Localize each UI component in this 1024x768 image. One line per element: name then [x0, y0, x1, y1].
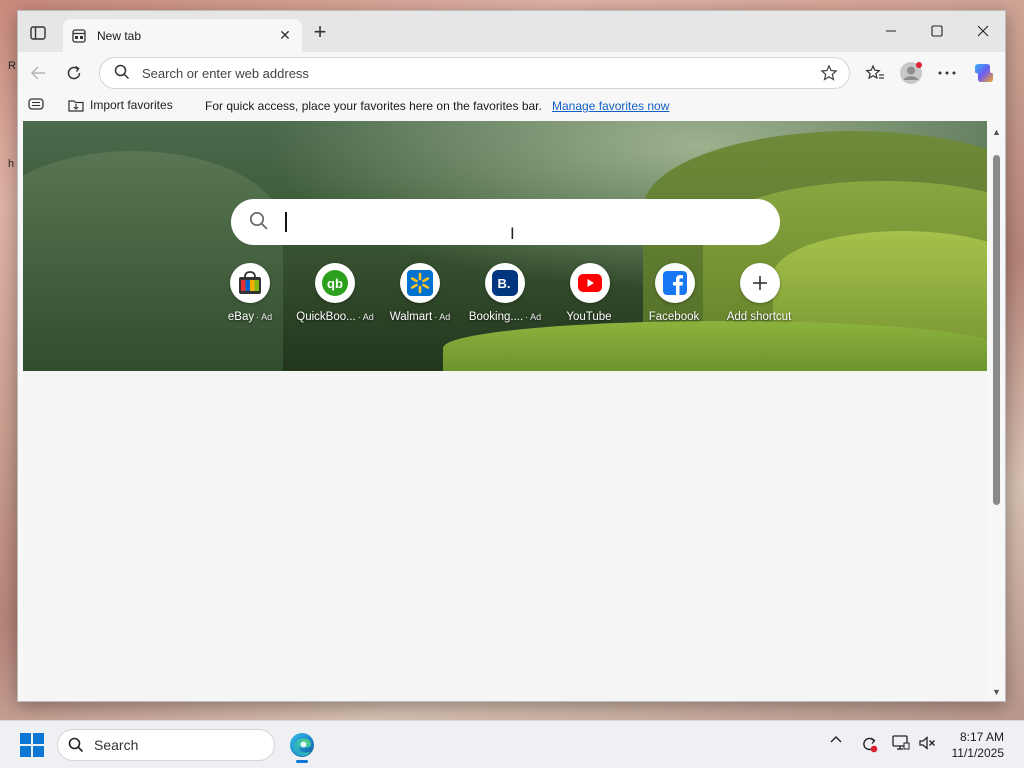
new-tab-button[interactable]: +: [309, 19, 331, 44]
tab-new-tab[interactable]: New tab ✕: [63, 19, 302, 52]
shortcut-booking[interactable]: B. Booking.... · Ad: [459, 263, 551, 323]
shortcut-walmart[interactable]: Walmart · Ad: [374, 263, 466, 323]
clock-time: 8:17 AM: [959, 730, 1004, 744]
page-scrollbar[interactable]: ▲ ▼: [988, 121, 1005, 701]
shortcut-ebay[interactable]: eBay · Ad: [204, 263, 296, 323]
sync-alert-icon[interactable]: [860, 735, 878, 753]
volume-muted-icon[interactable]: [918, 735, 936, 751]
svg-text:B.: B.: [498, 276, 511, 291]
svg-text:qb: qb: [327, 276, 343, 291]
refresh-button[interactable]: [62, 61, 86, 85]
shortcut-quickbooks[interactable]: qb QuickBoo... · Ad: [289, 263, 381, 323]
browser-window: New tab ✕ + Search or enter web address …: [17, 10, 1006, 702]
title-bar: New tab ✕ +: [18, 11, 1005, 52]
scrollbar-thumb[interactable]: [993, 155, 1000, 505]
shortcut-label: Walmart · Ad: [389, 311, 451, 323]
booking-icon: B.: [485, 263, 525, 303]
edge-taskbar-icon[interactable]: [286, 729, 318, 763]
collections-icon[interactable]: [28, 98, 44, 113]
facebook-icon: [655, 263, 695, 303]
add-shortcut-button[interactable]: Add shortcut: [714, 263, 806, 323]
search-icon: [114, 64, 130, 83]
taskbar-search[interactable]: Search: [57, 729, 275, 761]
favorites-hint-text: For quick access, place your favorites h…: [205, 99, 542, 113]
more-options-button[interactable]: [935, 61, 959, 85]
clock-date: 11/1/2025: [951, 746, 1005, 760]
active-app-indicator: [296, 760, 308, 763]
shortcut-youtube[interactable]: YouTube: [544, 263, 636, 323]
manage-favorites-link[interactable]: Manage favorites now: [552, 99, 669, 113]
mouse-cursor-ibeam-icon: I: [510, 224, 515, 243]
address-input[interactable]: [142, 65, 815, 81]
import-folder-icon: [68, 100, 84, 112]
search-icon: [68, 737, 84, 753]
profile-avatar[interactable]: [899, 61, 923, 85]
terrace-shape: [23, 151, 283, 371]
favorites-bar: Import favorites For quick access, place…: [18, 92, 1005, 120]
taskbar-search-label: Search: [94, 737, 139, 753]
close-window-button[interactable]: [960, 17, 1005, 45]
scroll-down-arrow-icon[interactable]: ▼: [992, 687, 1001, 697]
maximize-button[interactable]: [914, 17, 960, 45]
network-display-icon[interactable]: [892, 735, 910, 751]
ebay-icon: [230, 263, 270, 303]
background-image: I eBay · Ad qb QuickBoo... · Ad Walmart · A…: [23, 121, 987, 371]
new-tab-page-icon: [71, 28, 87, 44]
youtube-icon: [570, 263, 610, 303]
show-hidden-icons-chevron-icon[interactable]: [830, 735, 842, 743]
search-icon: [249, 211, 269, 234]
shortcut-label: Add shortcut: [726, 311, 792, 323]
desktop-label-fragment: R: [8, 60, 16, 72]
add-favorite-star-icon[interactable]: [815, 59, 843, 87]
terrace-shape: [443, 321, 987, 371]
tab-actions-icon[interactable]: [26, 23, 50, 43]
shortcut-label: YouTube: [566, 311, 612, 323]
shortcut-label: Booking.... · Ad: [468, 311, 542, 323]
system-clock[interactable]: 8:17 AM 11/1/2025: [952, 729, 1005, 761]
import-favorites-label: Import favorites: [90, 98, 173, 112]
address-bar[interactable]: [99, 57, 850, 89]
windows-logo-icon: [20, 733, 31, 744]
taskbar: Search 8:17 AM 11/1/2025: [0, 720, 1024, 768]
back-button[interactable]: [26, 61, 50, 85]
close-tab-icon[interactable]: ✕: [276, 27, 294, 45]
navigation-toolbar: [18, 52, 1005, 92]
favorites-button[interactable]: [863, 61, 887, 85]
shortcut-facebook[interactable]: Facebook: [629, 263, 721, 323]
shortcut-label: Facebook: [648, 311, 700, 323]
tab-title: New tab: [97, 28, 142, 43]
shortcut-label: QuickBoo... · Ad: [296, 311, 374, 323]
start-button[interactable]: [20, 733, 44, 757]
copilot-icon[interactable]: [972, 61, 996, 85]
plus-icon: [740, 263, 780, 303]
quickbooks-icon: qb: [315, 263, 355, 303]
desktop-label-fragment: h: [8, 158, 15, 170]
new-tab-page: I eBay · Ad qb QuickBoo... · Ad Walmart · A…: [23, 121, 987, 701]
minimize-button[interactable]: [868, 17, 914, 45]
feed-area: [23, 371, 987, 701]
page-search-box[interactable]: [231, 199, 780, 245]
scroll-up-arrow-icon[interactable]: ▲: [992, 127, 1001, 137]
walmart-icon: [400, 263, 440, 303]
import-favorites-button[interactable]: Import favorites: [68, 98, 173, 112]
shortcut-label: eBay · Ad: [227, 311, 273, 323]
text-caret: [285, 212, 287, 232]
